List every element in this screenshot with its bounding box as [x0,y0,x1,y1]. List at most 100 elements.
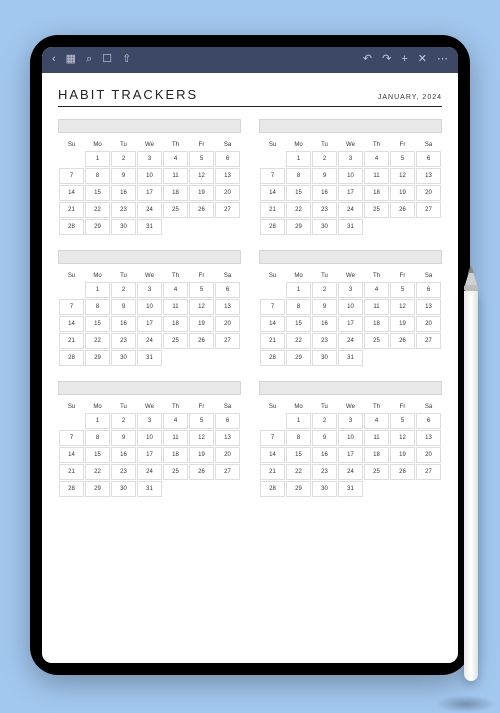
day-cell[interactable]: 6 [416,413,441,429]
day-cell[interactable]: 30 [312,219,337,235]
habit-name-field[interactable] [259,381,442,395]
day-cell[interactable]: 31 [137,219,162,235]
day-cell[interactable]: 10 [137,430,162,446]
day-cell[interactable]: 11 [364,299,389,315]
day-cell[interactable]: 31 [137,350,162,366]
day-cell[interactable]: 8 [85,168,110,184]
day-cell[interactable]: 17 [137,185,162,201]
day-cell[interactable]: 1 [286,151,311,167]
day-cell[interactable]: 18 [163,316,188,332]
day-cell[interactable]: 30 [312,481,337,497]
habit-name-field[interactable] [259,250,442,264]
day-cell[interactable]: 12 [390,299,415,315]
day-cell[interactable]: 23 [111,333,136,349]
bookmark-icon[interactable]: ☐ [102,54,112,65]
day-cell[interactable]: 26 [189,333,214,349]
day-cell[interactable]: 11 [364,430,389,446]
day-cell[interactable]: 3 [137,282,162,298]
day-cell[interactable]: 31 [338,219,363,235]
day-cell[interactable]: 3 [338,413,363,429]
day-cell[interactable]: 29 [286,219,311,235]
day-cell[interactable]: 28 [59,219,84,235]
day-cell[interactable]: 25 [163,333,188,349]
day-cell[interactable]: 6 [215,413,240,429]
day-cell[interactable]: 30 [111,350,136,366]
day-cell[interactable]: 22 [286,464,311,480]
day-cell[interactable]: 15 [286,185,311,201]
day-cell[interactable]: 15 [286,316,311,332]
day-cell[interactable]: 16 [111,447,136,463]
day-cell[interactable]: 3 [137,413,162,429]
day-cell[interactable]: 7 [59,430,84,446]
day-cell[interactable]: 25 [364,202,389,218]
day-cell[interactable]: 22 [286,333,311,349]
day-cell[interactable]: 29 [286,481,311,497]
day-cell[interactable]: 2 [312,282,337,298]
day-cell[interactable]: 25 [163,464,188,480]
grid-icon[interactable]: ▦ [66,54,76,65]
day-cell[interactable]: 26 [390,333,415,349]
day-cell[interactable]: 17 [338,185,363,201]
day-cell[interactable]: 5 [390,151,415,167]
day-cell[interactable]: 28 [59,481,84,497]
day-cell[interactable]: 2 [312,151,337,167]
day-cell[interactable]: 9 [312,299,337,315]
day-cell[interactable]: 10 [137,168,162,184]
day-cell[interactable]: 23 [312,202,337,218]
day-cell[interactable]: 16 [312,185,337,201]
day-cell[interactable]: 29 [85,481,110,497]
day-cell[interactable]: 24 [137,464,162,480]
share-icon[interactable]: ⇧ [122,54,131,65]
day-cell[interactable]: 4 [364,413,389,429]
back-icon[interactable]: ‹ [52,54,56,65]
day-cell[interactable]: 7 [59,299,84,315]
day-cell[interactable]: 7 [260,299,285,315]
day-cell[interactable]: 24 [338,333,363,349]
day-cell[interactable]: 1 [85,282,110,298]
day-cell[interactable]: 13 [416,168,441,184]
day-cell[interactable]: 29 [286,350,311,366]
day-cell[interactable]: 1 [85,151,110,167]
day-cell[interactable]: 5 [189,413,214,429]
day-cell[interactable]: 5 [390,413,415,429]
day-cell[interactable]: 17 [137,316,162,332]
day-cell[interactable]: 30 [111,481,136,497]
day-cell[interactable]: 2 [312,413,337,429]
day-cell[interactable]: 28 [59,350,84,366]
day-cell[interactable]: 26 [189,464,214,480]
day-cell[interactable]: 6 [215,282,240,298]
day-cell[interactable]: 31 [338,350,363,366]
day-cell[interactable]: 15 [85,185,110,201]
habit-name-field[interactable] [259,119,442,133]
day-cell[interactable]: 13 [416,430,441,446]
day-cell[interactable]: 19 [189,185,214,201]
day-cell[interactable]: 9 [111,430,136,446]
day-cell[interactable]: 29 [85,350,110,366]
day-cell[interactable]: 24 [137,333,162,349]
day-cell[interactable]: 9 [312,430,337,446]
day-cell[interactable]: 21 [59,333,84,349]
day-cell[interactable]: 25 [163,202,188,218]
day-cell[interactable]: 19 [390,447,415,463]
day-cell[interactable]: 11 [364,168,389,184]
habit-name-field[interactable] [58,250,241,264]
day-cell[interactable]: 20 [416,447,441,463]
day-cell[interactable]: 19 [189,316,214,332]
day-cell[interactable]: 23 [111,202,136,218]
day-cell[interactable]: 16 [111,316,136,332]
day-cell[interactable]: 12 [189,299,214,315]
day-cell[interactable]: 3 [137,151,162,167]
day-cell[interactable]: 11 [163,299,188,315]
habit-name-field[interactable] [58,119,241,133]
day-cell[interactable]: 23 [312,333,337,349]
day-cell[interactable]: 26 [189,202,214,218]
day-cell[interactable]: 24 [338,464,363,480]
day-cell[interactable]: 14 [59,185,84,201]
day-cell[interactable]: 15 [85,316,110,332]
day-cell[interactable]: 20 [416,316,441,332]
day-cell[interactable]: 25 [364,333,389,349]
day-cell[interactable]: 7 [59,168,84,184]
day-cell[interactable]: 10 [338,168,363,184]
day-cell[interactable]: 20 [215,447,240,463]
day-cell[interactable]: 4 [163,282,188,298]
